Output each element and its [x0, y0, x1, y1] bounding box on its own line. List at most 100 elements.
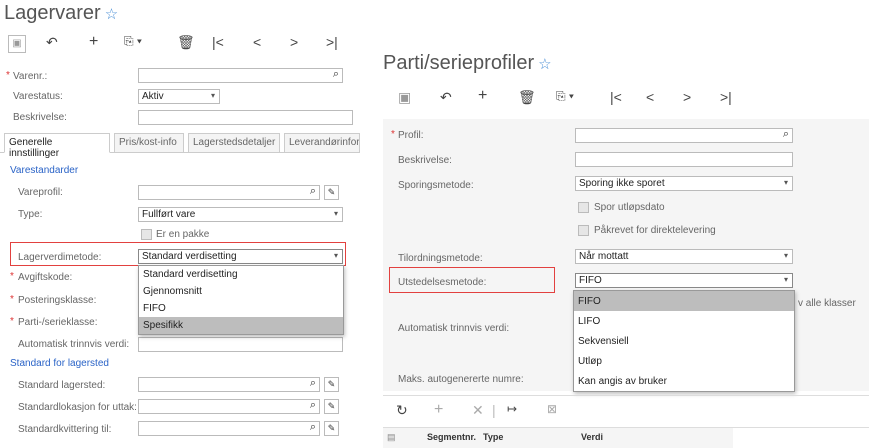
option-utlop[interactable]: Utløp	[574, 351, 794, 371]
spor-utlop-checkbox[interactable]	[578, 202, 589, 213]
chevron-down-icon: ▾	[783, 178, 788, 187]
favorite-star-icon[interactable]: ☆	[105, 6, 118, 23]
required-marker: *	[10, 294, 14, 305]
varestatus-select[interactable]: Aktiv ▾	[138, 89, 220, 104]
option-fifo[interactable]: FIFO	[139, 300, 343, 317]
std-kvittering-input[interactable]: ⌕	[138, 421, 320, 436]
er-en-pakke-checkbox[interactable]	[141, 229, 152, 240]
edit-pencil-icon[interactable]: ✎	[324, 399, 339, 414]
plus-icon[interactable]: +	[89, 33, 98, 51]
std-lokasjon-input[interactable]: ⌕	[138, 399, 320, 414]
search-icon[interactable]: ⌕	[310, 377, 316, 390]
auto-trinnvis-label: Automatisk trinnvis verdi:	[398, 323, 510, 334]
refresh-icon[interactable]: ↻	[396, 402, 408, 419]
chevron-down-icon: ▾	[783, 275, 788, 284]
chevron-down-icon: ▾	[210, 91, 215, 100]
left-page-title: Lagervarer ☆	[4, 2, 118, 25]
profil-label: Profil:	[398, 130, 424, 141]
beskrivelse-input[interactable]	[575, 152, 793, 167]
sporing-select[interactable]: Sporing ikke sporet ▾	[575, 176, 793, 191]
type-label: Type:	[18, 209, 43, 220]
grid-header-type[interactable]: Type	[483, 432, 503, 442]
profil-input[interactable]: ⌕	[575, 128, 793, 143]
tab-pris-kost[interactable]: Pris/kost-info	[114, 133, 184, 153]
grid-header-segment[interactable]: Segmentnr.	[427, 432, 476, 442]
type-select[interactable]: Fullført vare ▾	[138, 207, 343, 222]
option-standard[interactable]: Standard verdisetting	[139, 266, 343, 283]
first-icon[interactable]: |<	[610, 89, 622, 105]
required-marker: *	[6, 70, 10, 81]
right-toolbar: ▣ ↶ + 🗑 ⎘ ▾ |< < > >|	[392, 87, 752, 110]
next-icon[interactable]: >	[683, 89, 691, 105]
lagerverdi-dropdown[interactable]: Standard verdisetting Gjennomsnitt FIFO …	[138, 265, 344, 335]
maks-label: Maks. autogenererte numre:	[398, 374, 524, 385]
section-varestandarder: Varestandarder	[10, 165, 79, 176]
tilordning-select[interactable]: Når mottatt ▾	[575, 249, 793, 264]
edit-pencil-icon[interactable]: ✎	[324, 185, 339, 200]
utstedelse-value: FIFO	[579, 275, 602, 286]
grid-header-verdi[interactable]: Verdi	[581, 432, 603, 442]
prev-icon[interactable]: <	[646, 89, 654, 105]
divider	[383, 395, 869, 396]
save-icon[interactable]: ▣	[398, 89, 411, 106]
search-icon[interactable]: ⌕	[333, 68, 339, 81]
right-title-text: Parti/serieprofiler	[383, 52, 535, 74]
favorite-star-icon[interactable]: ☆	[538, 56, 551, 73]
last-icon[interactable]: >|	[326, 34, 338, 50]
plus-icon[interactable]: +	[434, 401, 443, 419]
auto-trinnvis-label: Automatisk trinnvis verdi:	[18, 339, 130, 350]
spor-utlop-label: Spor utløpsdato	[594, 202, 665, 213]
last-icon[interactable]: >|	[720, 89, 732, 105]
option-spesifikk[interactable]: Spesifikk	[139, 317, 343, 334]
varenr-input[interactable]: ⌕	[138, 68, 343, 83]
lagerverdi-select[interactable]: Standard verdisetting ▾	[138, 249, 343, 264]
std-lokasjon-label: Standardlokasjon for uttak:	[18, 402, 137, 413]
vareprofil-label: Vareprofil:	[18, 187, 63, 198]
varestatus-label: Varestatus:	[13, 91, 63, 102]
vareprofil-input[interactable]: ⌕	[138, 185, 320, 200]
option-lifo[interactable]: LIFO	[574, 311, 794, 331]
auto-trinnvis-input[interactable]	[138, 337, 343, 352]
copy-icon[interactable]: ⎘ ▾	[556, 89, 574, 104]
tab-leverandor[interactable]: Leverandørinfor	[284, 133, 360, 153]
undo-icon[interactable]: ↶	[440, 89, 452, 106]
close-icon[interactable]: ✕	[472, 402, 484, 419]
next-icon[interactable]: >	[290, 34, 298, 50]
beskrivelse-input[interactable]	[138, 110, 353, 125]
export-icon[interactable]: ⊠	[547, 402, 557, 416]
chevron-down-icon: ▾	[333, 251, 338, 260]
search-icon[interactable]: ⌕	[783, 128, 789, 141]
sporing-label: Sporingsmetode:	[398, 180, 474, 191]
std-kvittering-label: Standardkvittering til:	[18, 424, 112, 435]
required-marker: *	[391, 129, 395, 140]
delete-icon[interactable]: 🗑	[518, 89, 536, 106]
prev-icon[interactable]: <	[253, 34, 261, 50]
first-icon[interactable]: |<	[212, 34, 224, 50]
delete-icon[interactable]: 🗑	[177, 34, 195, 51]
edit-pencil-icon[interactable]: ✎	[324, 421, 339, 436]
undo-icon[interactable]: ↶	[46, 34, 58, 51]
pakrevet-label: Påkrevet for direktelevering	[594, 225, 716, 236]
option-sekvensiell[interactable]: Sekvensiell	[574, 331, 794, 351]
chevron-down-icon: ▾	[333, 209, 338, 218]
pakrevet-checkbox[interactable]	[578, 225, 589, 236]
utstedelse-dropdown[interactable]: FIFO LIFO Sekvensiell Utløp Kan angis av…	[573, 290, 795, 392]
option-gjennomsnitt[interactable]: Gjennomsnitt	[139, 283, 343, 300]
utstedelse-label: Utstedelsesmetode:	[398, 277, 487, 288]
edit-pencil-icon[interactable]: ✎	[324, 377, 339, 392]
copy-icon[interactable]: ⎘ ▾	[124, 34, 142, 49]
plus-icon[interactable]: +	[478, 87, 487, 105]
utstedelse-select[interactable]: FIFO ▾	[575, 273, 793, 288]
option-kan-angis[interactable]: Kan angis av bruker	[574, 371, 794, 391]
option-fifo[interactable]: FIFO	[574, 291, 794, 311]
fit-width-icon[interactable]: ↦	[507, 402, 517, 416]
search-icon[interactable]: ⌕	[310, 185, 316, 198]
tab-generelle[interactable]: Generelle innstillinger	[4, 133, 110, 159]
std-lagersted-label: Standard lagersted:	[18, 380, 106, 391]
save-icon[interactable]: ▣	[8, 35, 26, 53]
tilordning-value: Når mottatt	[579, 251, 629, 262]
std-lagersted-input[interactable]: ⌕	[138, 377, 320, 392]
tab-lagersted[interactable]: Lagerstedsdetaljer	[188, 133, 280, 153]
search-icon[interactable]: ⌕	[310, 399, 316, 412]
search-icon[interactable]: ⌕	[310, 421, 316, 434]
